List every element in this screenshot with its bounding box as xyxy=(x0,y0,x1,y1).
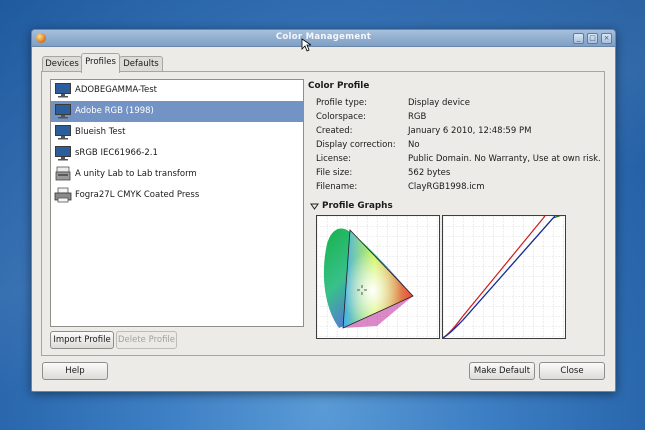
title-bar[interactable]: Color Management _ □ × xyxy=(32,30,615,47)
colorspace-label: Colorspace: xyxy=(316,112,366,122)
scanner-icon xyxy=(55,166,71,181)
maximize-icon[interactable]: □ xyxy=(587,33,598,44)
triangle-down-icon[interactable] xyxy=(310,203,319,211)
list-item[interactable]: sRGB IEC61966-2.1 xyxy=(51,143,303,164)
make-default-button[interactable]: Make Default xyxy=(469,362,535,380)
list-item-label: Adobe RGB (1998) xyxy=(75,106,154,116)
color-profile-heading: Color Profile xyxy=(308,81,370,91)
monitor-icon xyxy=(55,146,71,161)
file-size-value: 562 bytes xyxy=(408,168,451,178)
tab-defaults[interactable]: Defaults xyxy=(119,56,163,72)
monitor-icon xyxy=(55,125,71,140)
list-item-label: sRGB IEC61966-2.1 xyxy=(75,148,158,158)
file-size-label: File size: xyxy=(316,168,353,178)
colorspace-value: RGB xyxy=(408,112,427,122)
profiles-panel: ADOBEGAMMA-Test Adobe RGB (1998) Blueish… xyxy=(41,71,605,356)
trc-curve-graph xyxy=(442,215,566,339)
tab-devices[interactable]: Devices xyxy=(42,56,82,72)
display-correction-value: No xyxy=(408,140,420,150)
monitor-icon xyxy=(55,83,71,98)
profiles-list[interactable]: ADOBEGAMMA-Test Adobe RGB (1998) Blueish… xyxy=(50,79,304,327)
tab-profiles[interactable]: Profiles xyxy=(81,53,120,73)
monitor-icon xyxy=(55,104,71,119)
filename-label: Filename: xyxy=(316,182,358,192)
list-item-label: A unity Lab to Lab transform xyxy=(75,169,197,179)
mouse-cursor-icon xyxy=(301,38,311,52)
profile-type-value: Display device xyxy=(408,98,470,108)
gamut-graph xyxy=(316,215,440,339)
printer-icon xyxy=(54,187,72,203)
created-label: Created: xyxy=(316,126,353,136)
created-value: January 6 2010, 12:48:59 PM xyxy=(408,126,532,136)
minimize-icon[interactable]: _ xyxy=(573,33,584,44)
list-item-label: ADOBEGAMMA-Test xyxy=(75,85,157,95)
list-item[interactable]: A unity Lab to Lab transform xyxy=(51,164,303,185)
close-icon[interactable]: × xyxy=(601,33,612,44)
list-item[interactable]: Adobe RGB (1998) xyxy=(51,101,303,122)
list-item-label: Blueish Test xyxy=(75,127,126,137)
list-item[interactable]: ADOBEGAMMA-Test xyxy=(51,80,303,101)
import-profile-button[interactable]: Import Profile xyxy=(50,331,114,349)
profile-graphs-heading[interactable]: Profile Graphs xyxy=(322,201,393,211)
close-button[interactable]: Close xyxy=(539,362,605,380)
color-management-window: Color Management _ □ × Devices Profiles … xyxy=(31,29,616,392)
profile-details: Color Profile Profile type: Display devi… xyxy=(308,79,601,349)
profile-type-label: Profile type: xyxy=(316,98,367,108)
display-correction-label: Display correction: xyxy=(316,140,396,150)
license-label: License: xyxy=(316,154,351,164)
help-button[interactable]: Help xyxy=(42,362,108,380)
list-item[interactable]: Blueish Test xyxy=(51,122,303,143)
filename-value: ClayRGB1998.icm xyxy=(408,182,485,192)
list-item-label: Fogra27L CMYK Coated Press xyxy=(75,190,200,200)
delete-profile-button[interactable]: Delete Profile xyxy=(116,331,177,349)
license-value: Public Domain. No Warranty, Use at own r… xyxy=(408,154,601,164)
window-title: Color Management xyxy=(275,32,372,42)
list-item[interactable]: Fogra27L CMYK Coated Press xyxy=(51,185,303,206)
